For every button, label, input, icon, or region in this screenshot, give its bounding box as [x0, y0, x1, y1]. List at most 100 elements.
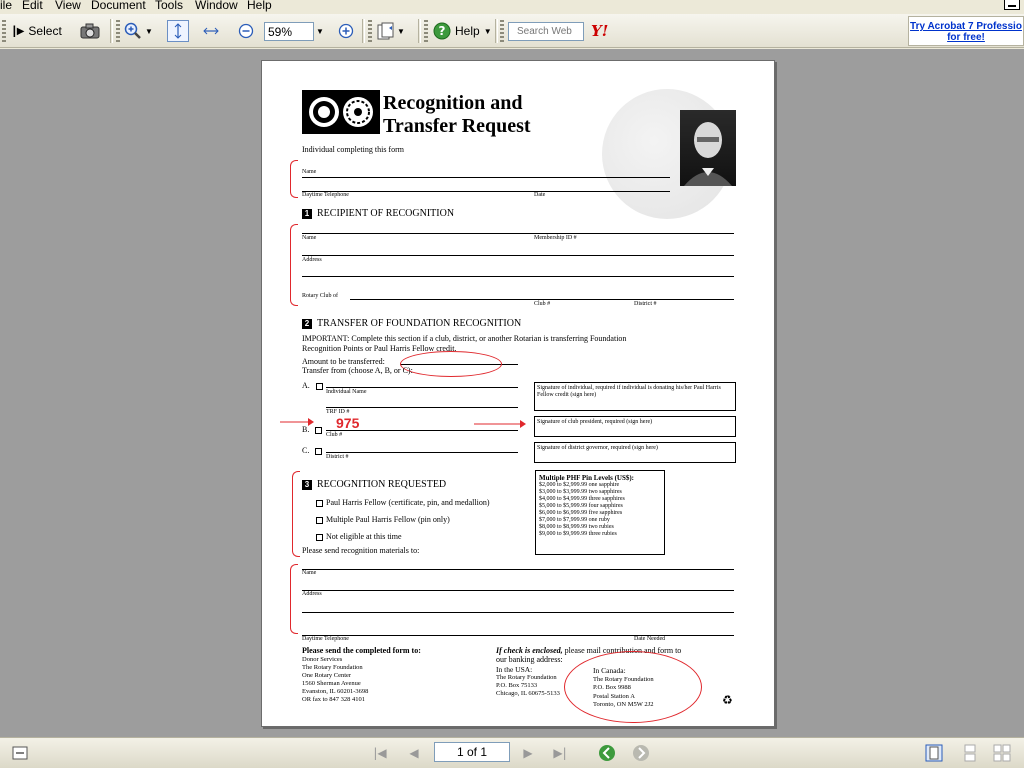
- menu-help[interactable]: Help: [247, 0, 272, 12]
- toolbar-grip[interactable]: [2, 20, 6, 42]
- section-1-title: RECIPIENT OF RECOGNITION: [317, 208, 455, 219]
- toolbar-grip[interactable]: [116, 20, 120, 42]
- phf-pin-levels-box: Multiple PHF Pin Levels (US$): $2,000 to…: [535, 470, 665, 555]
- continuous-view-button[interactable]: [960, 743, 980, 763]
- go-forward-button[interactable]: [631, 743, 651, 763]
- search-web-input[interactable]: [508, 22, 584, 41]
- arrow-cursor-icon: ▶: [16, 25, 25, 37]
- chevron-down-icon[interactable]: ▼: [145, 27, 153, 36]
- send-name-line[interactable]: [302, 569, 734, 570]
- individual-name-label: Individual Name: [326, 389, 367, 395]
- last-page-button[interactable]: ▶|: [550, 743, 570, 763]
- send-address-label: Address: [302, 591, 322, 597]
- minimize-button[interactable]: [1004, 0, 1020, 10]
- minus-circle-icon: [235, 20, 257, 42]
- menu-edit[interactable]: Edit: [22, 0, 43, 12]
- name-field-label: Name: [302, 169, 317, 175]
- option-c-checkbox[interactable]: [315, 447, 323, 455]
- menu-file[interactable]: ile: [0, 0, 12, 12]
- individual-name-line[interactable]: [326, 387, 518, 388]
- form-title-line-1: Recognition and: [383, 92, 523, 114]
- next-page-button[interactable]: ▶: [518, 743, 538, 763]
- go-back-button[interactable]: [597, 743, 617, 763]
- address-line-1[interactable]: [302, 255, 734, 256]
- usa-heading: In the USA:: [496, 665, 533, 674]
- club-number-annotation: 975: [336, 415, 360, 431]
- zoom-input[interactable]: [264, 22, 314, 41]
- not-eligible-checkbox[interactable]: [316, 533, 323, 541]
- menu-window[interactable]: Window: [195, 0, 238, 12]
- option-a-checkbox[interactable]: [315, 382, 323, 390]
- send-form-line: 1560 Sherman Avenue: [302, 680, 361, 687]
- fit-page-button[interactable]: [167, 20, 189, 42]
- fit-width-button[interactable]: [200, 20, 222, 42]
- trf-id-line[interactable]: [326, 407, 518, 408]
- phone-field-line[interactable]: [302, 191, 670, 192]
- annotation-arrow-left: [280, 418, 314, 426]
- document-viewport[interactable]: Recognition and Transfer Request Individ…: [0, 49, 1024, 737]
- usa-address: In the USA: The Rotary Foundation P.O. B…: [496, 666, 560, 698]
- help-button[interactable]: ? Help ▼: [431, 20, 492, 42]
- facing-view-button[interactable]: [992, 743, 1012, 763]
- send-phone-line[interactable]: [302, 635, 734, 636]
- select-label: Select: [28, 24, 62, 38]
- section-2-heading: 2 TRANSFER OF FOUNDATION RECOGNITION: [302, 318, 521, 329]
- help-label: Help: [455, 24, 480, 38]
- acrobat-promo-link[interactable]: Try Acrobat 7 Professio for free!: [908, 16, 1024, 46]
- rotary-club-line[interactable]: [350, 299, 734, 300]
- individual-completing-label: Individual completing this form: [302, 145, 404, 154]
- zoom-out-button[interactable]: [235, 20, 257, 42]
- toolbar-grip[interactable]: [368, 20, 372, 42]
- zoom-dropdown-button[interactable]: ▼: [316, 20, 324, 42]
- option-b-checkbox[interactable]: [315, 426, 323, 434]
- district-governor-signature-box[interactable]: Signature of district governor, required…: [534, 442, 736, 463]
- usa-line: The Rotary Foundation: [496, 674, 557, 681]
- district-hash-line[interactable]: [326, 452, 518, 453]
- address-label: Address: [302, 257, 322, 263]
- rotary-club-label: Rotary Club of: [302, 293, 338, 299]
- zoom-in-tool-button[interactable]: ▼: [122, 20, 153, 42]
- section-1-heading: 1 RECIPIENT OF RECOGNITION: [302, 208, 454, 219]
- page-layout-button[interactable]: ▼: [375, 20, 405, 42]
- send-address-line-1[interactable]: [302, 590, 734, 591]
- menu-tools[interactable]: Tools: [155, 0, 183, 12]
- yahoo-button[interactable]: Y!: [591, 20, 608, 42]
- send-form-line: One Rotary Center: [302, 672, 352, 679]
- first-page-icon: |◀: [373, 746, 387, 760]
- option-c-letter: C.: [302, 446, 310, 455]
- club-president-signature-box[interactable]: Signature of club president, required (s…: [534, 416, 736, 437]
- snapshot-button[interactable]: [79, 20, 101, 42]
- recipient-name-line[interactable]: [302, 233, 734, 234]
- page-number-field[interactable]: 1 of 1: [434, 742, 510, 762]
- single-page-view-button[interactable]: [924, 743, 944, 763]
- send-address-line-2[interactable]: [302, 612, 734, 613]
- not-eligible-label: Not eligible at this time: [326, 532, 402, 541]
- phf-checkbox[interactable]: [316, 499, 323, 507]
- navigation-pane-button[interactable]: [10, 743, 30, 763]
- club-hash-line[interactable]: [326, 430, 518, 431]
- name-field-line[interactable]: [302, 177, 670, 178]
- recognition-option-3: Not eligible at this time: [316, 532, 402, 541]
- last-page-icon: ▶|: [553, 746, 567, 760]
- amount-label: Amount to be transferred:: [302, 357, 385, 366]
- select-tool-button[interactable]: I ▶ Select: [12, 20, 62, 42]
- recognition-option-2: Multiple Paul Harris Fellow (pin only): [316, 515, 450, 524]
- phf-level-item: $7,000 to $7,999.99 one ruby: [539, 517, 610, 523]
- toolbar-grip[interactable]: [500, 20, 504, 42]
- previous-page-button[interactable]: ◀: [404, 743, 424, 763]
- individual-signature-box[interactable]: Signature of individual, required if ind…: [534, 382, 736, 411]
- menu-view[interactable]: View: [55, 0, 81, 12]
- menu-bar: ile Edit View Document Tools Window Help: [0, 0, 1024, 12]
- multiple-phf-checkbox[interactable]: [316, 516, 323, 524]
- menu-document[interactable]: Document: [91, 0, 146, 12]
- toolbar-grip[interactable]: [424, 20, 428, 42]
- first-page-button[interactable]: |◀: [370, 743, 390, 763]
- send-materials-label: Please send recognition materials to:: [302, 546, 420, 555]
- address-line-2[interactable]: [302, 276, 734, 277]
- recognition-option-1: Paul Harris Fellow (certificate, pin, an…: [316, 498, 490, 507]
- chevron-down-icon: ▼: [397, 26, 405, 36]
- send-name-label: Name: [302, 570, 317, 576]
- zoom-in-button[interactable]: [335, 20, 357, 42]
- canada-annotation-circle: [564, 651, 702, 723]
- facing-pages-icon: [993, 744, 1011, 762]
